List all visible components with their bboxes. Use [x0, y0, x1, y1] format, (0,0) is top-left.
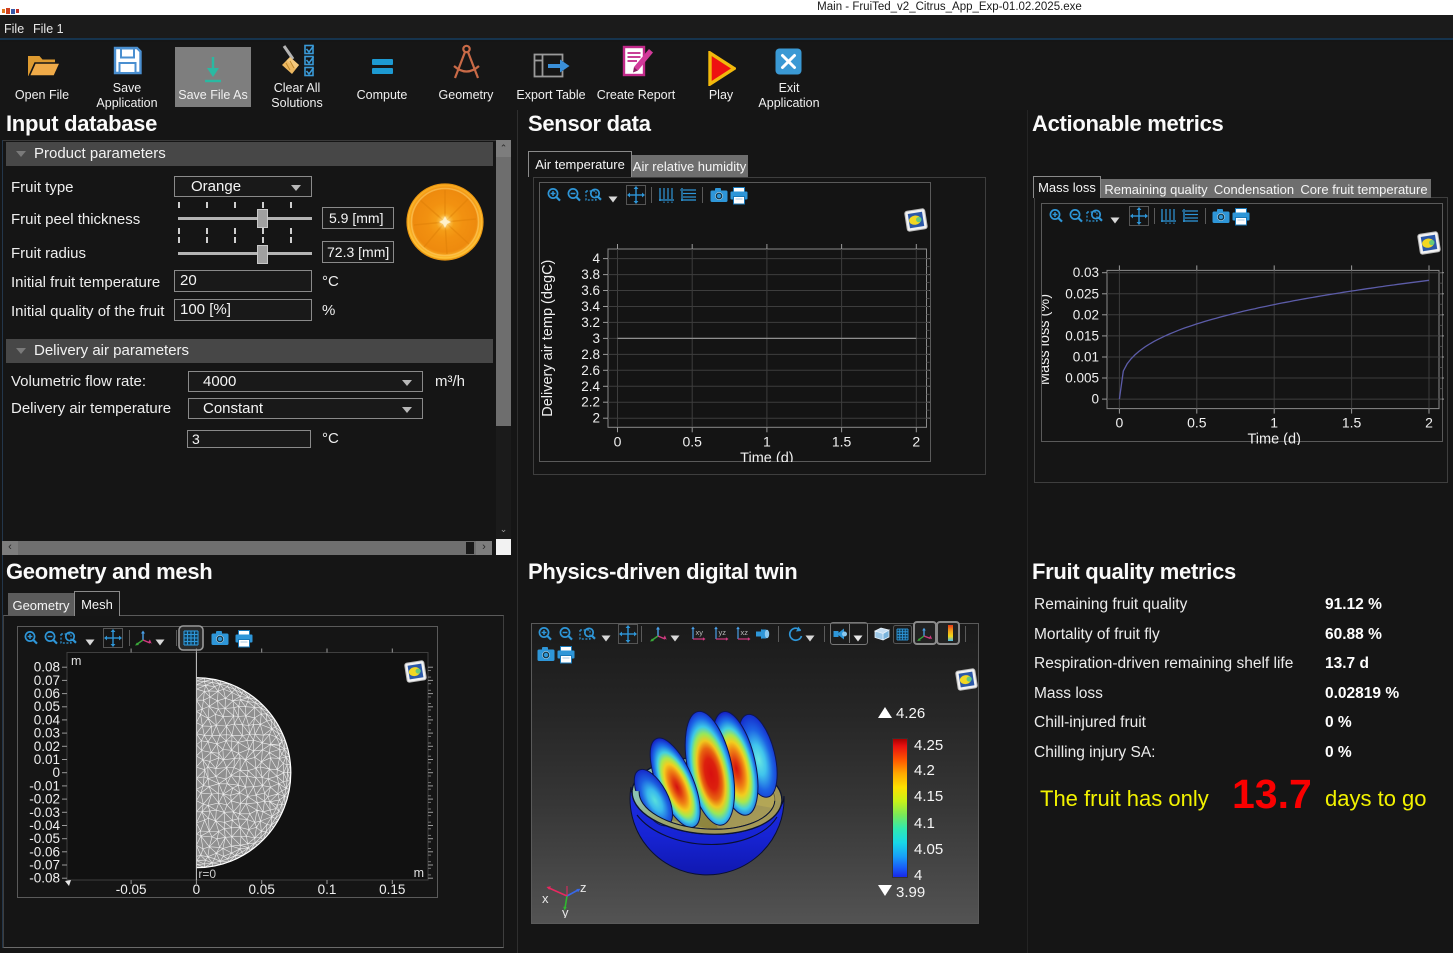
svg-text:2.8: 2.8	[581, 347, 600, 362]
svg-text:-0.08: -0.08	[29, 871, 60, 886]
svg-text:0.02: 0.02	[1073, 307, 1099, 322]
svg-text:Time (d): Time (d)	[1247, 432, 1300, 445]
svg-text:2: 2	[912, 433, 920, 449]
svg-text:m: m	[414, 866, 424, 880]
svg-text:Time (d): Time (d)	[740, 450, 793, 462]
svg-text:Mass loss (%): Mass loss (%)	[1042, 294, 1053, 385]
svg-text:xy: xy	[696, 628, 704, 637]
svg-text:2: 2	[592, 411, 600, 426]
svg-text:3.2: 3.2	[581, 315, 600, 330]
svg-text:m: m	[71, 654, 81, 668]
svg-text:0.005: 0.005	[1065, 371, 1099, 386]
svg-text:-0.05: -0.05	[116, 882, 147, 896]
svg-text:0.03: 0.03	[1073, 265, 1099, 280]
svg-text:x: x	[542, 891, 549, 906]
svg-text:0.5: 0.5	[682, 433, 702, 449]
svg-text:0: 0	[1116, 415, 1124, 431]
svg-text:0.01: 0.01	[1073, 350, 1099, 365]
svg-text:3: 3	[592, 331, 600, 346]
svg-text:1.5: 1.5	[832, 433, 852, 449]
svg-text:0.15: 0.15	[379, 882, 405, 896]
svg-text:0.025: 0.025	[1065, 286, 1099, 301]
svg-text:0.5: 0.5	[1187, 415, 1207, 431]
svg-text:3.8: 3.8	[581, 267, 600, 282]
svg-text:0: 0	[193, 882, 201, 896]
svg-text:1.5: 1.5	[1342, 415, 1362, 431]
svg-text:Delivery air temp (degC): Delivery air temp (degC)	[540, 260, 556, 417]
svg-text:3.6: 3.6	[581, 283, 600, 298]
svg-text:0: 0	[614, 433, 622, 449]
svg-text:3.4: 3.4	[581, 299, 600, 314]
svg-text:z: z	[580, 880, 587, 895]
svg-text:y: y	[562, 905, 569, 918]
svg-text:1: 1	[763, 433, 771, 449]
svg-text:0.05: 0.05	[249, 882, 275, 896]
svg-text:0.015: 0.015	[1065, 328, 1099, 343]
svg-text:yz: yz	[719, 628, 727, 637]
svg-text:4: 4	[592, 251, 600, 266]
svg-text:xz: xz	[741, 628, 749, 637]
svg-text:0.1: 0.1	[318, 882, 337, 896]
svg-text:1: 1	[1270, 415, 1278, 431]
svg-text:2.4: 2.4	[581, 379, 600, 394]
svg-text:2: 2	[1425, 415, 1433, 431]
svg-text:2.2: 2.2	[581, 395, 600, 410]
svg-text:r=0: r=0	[198, 867, 216, 881]
svg-text:0: 0	[1091, 392, 1099, 407]
svg-text:2.6: 2.6	[581, 363, 600, 378]
